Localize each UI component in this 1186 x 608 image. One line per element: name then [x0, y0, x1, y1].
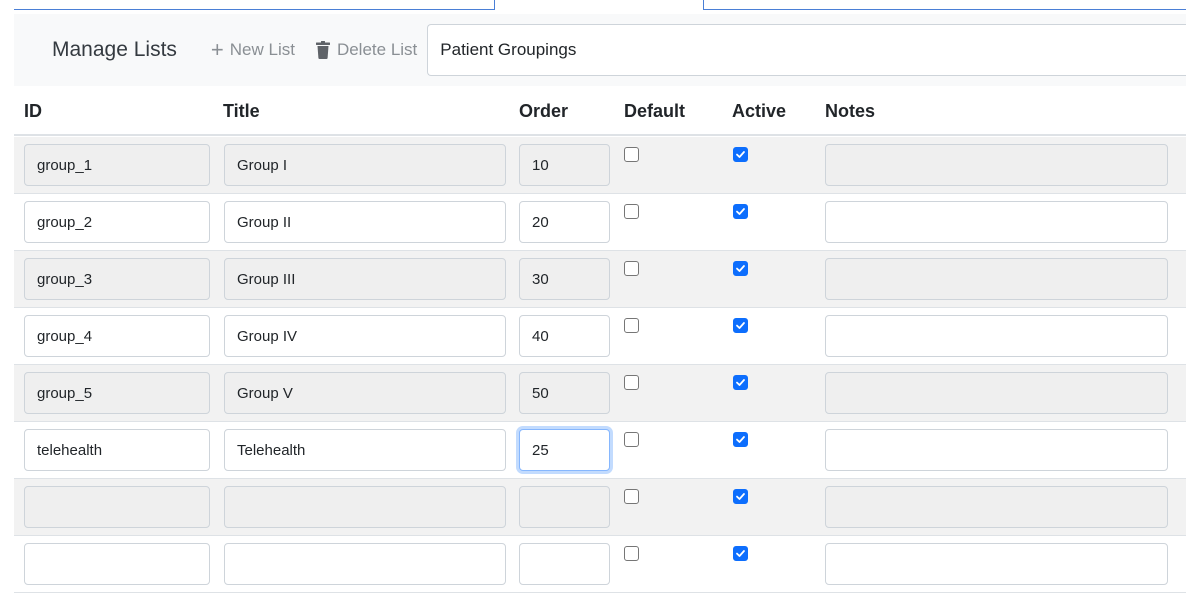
default-checkbox[interactable]	[624, 546, 639, 561]
active-checkbox[interactable]	[733, 375, 748, 390]
id-input[interactable]: group_3	[24, 258, 210, 300]
table-row	[14, 536, 1186, 593]
order-input[interactable]: 30	[519, 258, 610, 300]
order-input[interactable]: 50	[519, 372, 610, 414]
table-row: group_5 Group V 50	[14, 365, 1186, 422]
default-checkbox[interactable]	[624, 261, 639, 276]
active-checkbox[interactable]	[733, 489, 748, 504]
id-input[interactable]: group_5	[24, 372, 210, 414]
table-row: group_1 Group I 10	[14, 137, 1186, 194]
notes-input[interactable]	[825, 486, 1168, 528]
notes-input[interactable]	[825, 543, 1168, 585]
title-input[interactable]: Group IV	[224, 315, 506, 357]
table-header: ID Title Order Default Active Notes	[14, 86, 1186, 136]
notes-input[interactable]	[825, 315, 1168, 357]
new-list-button[interactable]: + New List	[211, 39, 295, 61]
title-input[interactable]	[224, 543, 506, 585]
order-input[interactable]: 10	[519, 144, 610, 186]
checkmark-icon	[736, 493, 745, 500]
order-input[interactable]	[519, 486, 610, 528]
delete-list-button[interactable]: Delete List	[315, 40, 417, 60]
column-header-active: Active	[732, 101, 787, 121]
active-checkbox[interactable]	[733, 261, 748, 276]
notes-input[interactable]	[825, 258, 1168, 300]
manage-lists-toolbar: Manage Lists + New List Delete List Pati…	[14, 14, 1186, 86]
id-input[interactable]: group_1	[24, 144, 210, 186]
order-input[interactable]	[519, 543, 610, 585]
plus-icon: +	[210, 37, 224, 62]
notes-input[interactable]	[825, 144, 1168, 186]
table-row	[14, 479, 1186, 536]
title-input[interactable]: Group II	[224, 201, 506, 243]
new-list-label: New List	[229, 40, 295, 59]
id-input[interactable]: group_2	[24, 201, 210, 243]
default-checkbox[interactable]	[624, 432, 639, 447]
trash-icon	[315, 41, 330, 59]
active-checkbox[interactable]	[733, 204, 748, 219]
checkmark-icon	[736, 379, 745, 386]
page-title: Manage Lists	[52, 38, 177, 61]
default-checkbox[interactable]	[624, 147, 639, 162]
order-input[interactable]: 20	[519, 201, 610, 243]
title-input[interactable]: Group I	[224, 144, 506, 186]
table-row: telehealth Telehealth 25	[14, 422, 1186, 479]
active-checkbox[interactable]	[733, 318, 748, 333]
id-input[interactable]	[24, 486, 210, 528]
default-checkbox[interactable]	[624, 318, 639, 333]
checkmark-icon	[736, 265, 745, 272]
default-checkbox[interactable]	[624, 375, 639, 390]
checkmark-icon	[736, 436, 745, 443]
column-header-order: Order	[519, 101, 569, 121]
tab-border-right	[703, 0, 1186, 10]
title-input[interactable]: Group III	[224, 258, 506, 300]
active-checkbox[interactable]	[733, 546, 748, 561]
notes-input[interactable]	[825, 429, 1168, 471]
checkmark-icon	[736, 151, 745, 158]
checkmark-icon	[736, 208, 745, 215]
title-input[interactable]	[224, 486, 506, 528]
table-row: group_4 Group IV 40	[14, 308, 1186, 365]
column-header-id: ID	[24, 101, 42, 121]
id-input[interactable]	[24, 543, 210, 585]
checkmark-icon	[736, 322, 745, 329]
order-input[interactable]: 40	[519, 315, 610, 357]
id-input[interactable]: group_4	[24, 315, 210, 357]
order-input[interactable]: 25	[519, 429, 610, 471]
checkmark-icon	[736, 550, 745, 557]
active-checkbox[interactable]	[733, 432, 748, 447]
title-input[interactable]: Group V	[224, 372, 506, 414]
notes-input[interactable]	[825, 372, 1168, 414]
delete-list-label: Delete List	[336, 40, 418, 59]
column-header-title: Title	[223, 101, 260, 121]
table-row: group_3 Group III 30	[14, 251, 1186, 308]
top-tab-strip	[0, 0, 1186, 12]
column-header-default: Default	[624, 101, 686, 121]
notes-input[interactable]	[825, 201, 1168, 243]
default-checkbox[interactable]	[624, 489, 639, 504]
default-checkbox[interactable]	[624, 204, 639, 219]
table-row: group_2 Group II 20	[14, 194, 1186, 251]
tab-border-left	[14, 0, 495, 10]
id-input[interactable]: telehealth	[24, 429, 210, 471]
active-checkbox[interactable]	[733, 147, 748, 162]
column-header-notes: Notes	[825, 101, 876, 121]
title-input[interactable]: Telehealth	[224, 429, 506, 471]
list-select[interactable]: Patient Groupings	[427, 24, 1186, 76]
